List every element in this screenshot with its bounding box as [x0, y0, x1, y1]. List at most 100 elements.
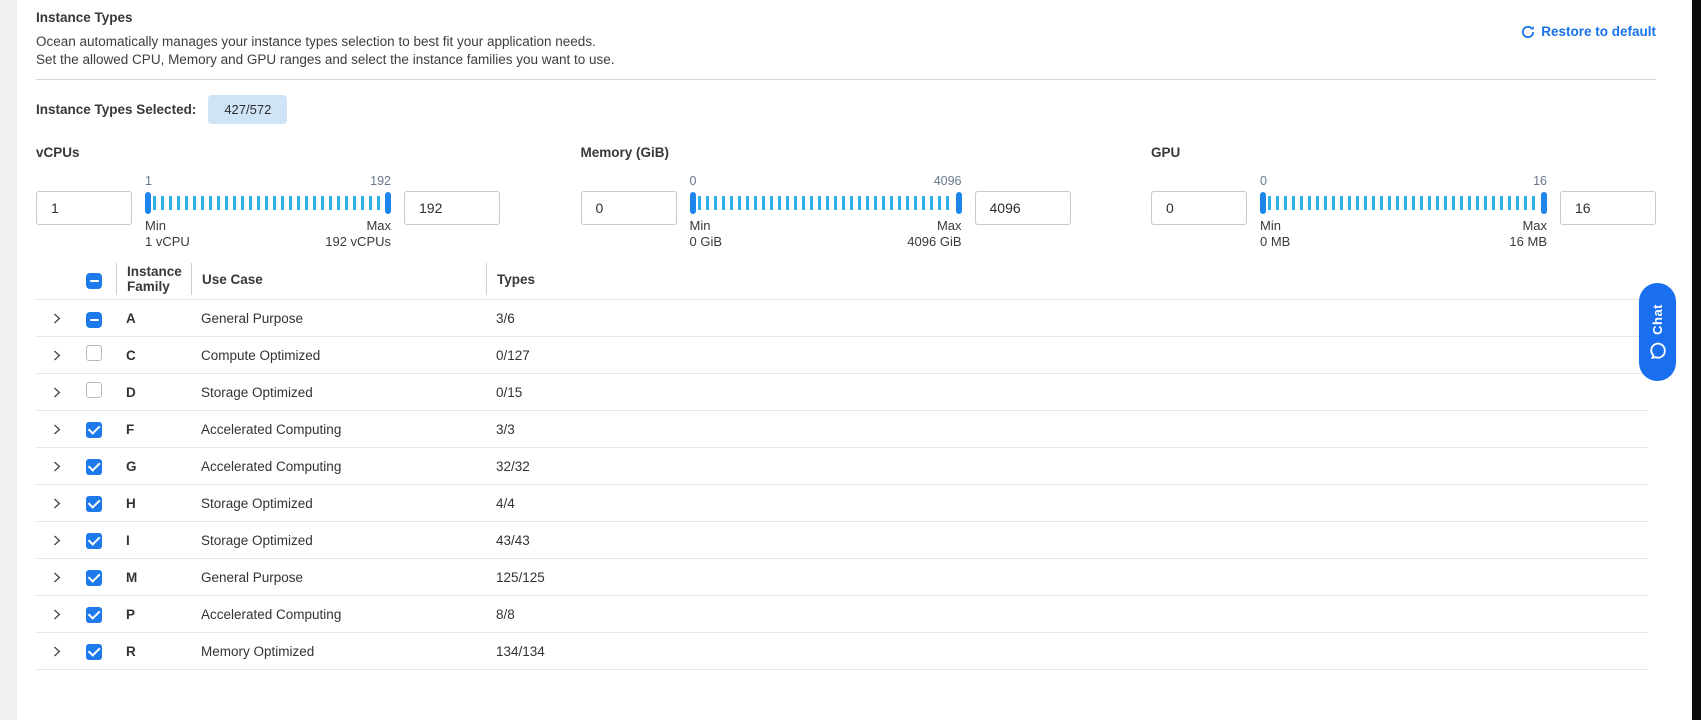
table-row[interactable]: P Accelerated Computing 8/8	[36, 595, 1648, 632]
instance-family-cell: M	[126, 570, 201, 585]
chevron-right-icon	[50, 349, 63, 362]
expand-row-control[interactable]	[50, 312, 86, 325]
expand-row-control[interactable]	[50, 423, 86, 436]
instance-family-cell: H	[126, 496, 201, 511]
description-line-1: Ocean automatically manages your instanc…	[36, 33, 1656, 51]
table-row[interactable]: M General Purpose 125/125	[36, 558, 1648, 595]
column-header-use-case: Use Case	[191, 263, 496, 295]
slider-label: GPU	[1151, 145, 1656, 160]
types-cell: 8/8	[496, 607, 1648, 622]
use-case-cell: Accelerated Computing	[201, 607, 496, 622]
range-min-label: 0	[1260, 174, 1267, 191]
instance-family-cell: F	[126, 422, 201, 437]
slider-group: Memory (GiB) 0 4096 Min 0 GiB	[581, 145, 1071, 250]
use-case-cell: Memory Optimized	[201, 644, 496, 659]
expand-row-control[interactable]	[50, 349, 86, 362]
row-checkbox[interactable]	[86, 459, 102, 475]
max-value-input[interactable]	[404, 191, 500, 225]
expand-row-control[interactable]	[50, 534, 86, 547]
slider-label: Memory (GiB)	[581, 145, 1071, 160]
instance-family-cell: R	[126, 644, 201, 659]
table-row[interactable]: R Memory Optimized 134/134	[36, 632, 1648, 669]
range-max-label: 192	[370, 174, 391, 191]
table-row[interactable]: F Accelerated Computing 3/3	[36, 410, 1648, 447]
use-case-cell: Accelerated Computing	[201, 459, 496, 474]
slider-min-handle[interactable]	[145, 192, 151, 214]
column-header-instance-family: Instance Family	[116, 263, 201, 295]
slider-min-handle[interactable]	[1260, 192, 1266, 214]
range-min-label: 1	[145, 174, 152, 191]
chevron-right-icon	[50, 460, 63, 473]
use-case-cell: Storage Optimized	[201, 496, 496, 511]
header-divider	[36, 79, 1656, 80]
max-sub-caption: 192 vCPUs	[325, 234, 391, 250]
min-value-input[interactable]	[581, 191, 677, 225]
chevron-right-icon	[50, 645, 63, 658]
types-cell: 0/15	[496, 385, 1648, 400]
row-checkbox[interactable]	[86, 422, 102, 438]
table-row[interactable]: H Storage Optimized 4/4	[36, 484, 1648, 521]
expand-row-control[interactable]	[50, 386, 86, 399]
max-sub-caption: 4096 GiB	[907, 234, 961, 250]
right-edge-scrollbar[interactable]	[1692, 0, 1701, 720]
table-row[interactable]: G Accelerated Computing 32/32	[36, 447, 1648, 484]
select-all-checkbox[interactable]	[86, 273, 102, 289]
expand-row-control[interactable]	[50, 571, 86, 584]
slider-max-handle[interactable]	[1541, 192, 1547, 214]
max-value-input[interactable]	[1560, 191, 1656, 225]
min-sub-caption: 0 GiB	[690, 234, 723, 250]
refresh-icon	[1521, 25, 1535, 39]
table-row[interactable]: A General Purpose 3/6	[36, 299, 1648, 336]
types-cell: 3/6	[496, 311, 1648, 326]
slider-group: GPU 0 16 Min 0 MB	[1151, 145, 1656, 250]
row-checkbox[interactable]	[86, 644, 102, 660]
chevron-right-icon	[50, 312, 63, 325]
instance-types-panel: Instance Types Ocean automatically manag…	[36, 0, 1656, 670]
column-header-types: Types	[486, 263, 1648, 295]
use-case-cell: Accelerated Computing	[201, 422, 496, 437]
use-case-cell: General Purpose	[201, 570, 496, 585]
chevron-right-icon	[50, 423, 63, 436]
table-row[interactable]: C Compute Optimized 0/127	[36, 336, 1648, 373]
table-row[interactable]: I Storage Optimized 43/43	[36, 521, 1648, 558]
left-edge-strip	[0, 0, 17, 720]
chat-button[interactable]: Chat	[1639, 283, 1676, 381]
page-title: Instance Types	[36, 9, 1656, 26]
min-value-input[interactable]	[1151, 191, 1247, 225]
chat-button-label: Chat	[1650, 304, 1665, 335]
use-case-cell: General Purpose	[201, 311, 496, 326]
types-cell: 0/127	[496, 348, 1648, 363]
min-caption: Min	[690, 218, 723, 234]
slider-max-handle[interactable]	[385, 192, 391, 214]
range-sliders: vCPUs 1 192 Min 1 vCPU	[36, 145, 1656, 250]
row-checkbox[interactable]	[86, 382, 102, 398]
max-caption: Max	[366, 218, 391, 234]
max-value-input[interactable]	[975, 191, 1071, 225]
types-cell: 32/32	[496, 459, 1648, 474]
description-line-2: Set the allowed CPU, Memory and GPU rang…	[36, 51, 1656, 69]
instance-family-cell: D	[126, 385, 201, 400]
slider-track[interactable]	[145, 191, 391, 215]
row-checkbox[interactable]	[86, 345, 102, 361]
slider-ticks	[153, 196, 383, 210]
expand-row-control[interactable]	[50, 645, 86, 658]
expand-row-control[interactable]	[50, 608, 86, 621]
slider-min-handle[interactable]	[690, 192, 696, 214]
use-case-cell: Storage Optimized	[201, 533, 496, 548]
slider-ticks	[1268, 196, 1539, 210]
slider-track[interactable]	[1260, 191, 1547, 215]
min-value-input[interactable]	[36, 191, 132, 225]
row-checkbox[interactable]	[86, 496, 102, 512]
slider-track[interactable]	[690, 191, 962, 215]
row-checkbox[interactable]	[86, 570, 102, 586]
expand-row-control[interactable]	[50, 460, 86, 473]
instance-family-cell: G	[126, 459, 201, 474]
row-checkbox[interactable]	[86, 533, 102, 549]
expand-row-control[interactable]	[50, 497, 86, 510]
table-row[interactable]: D Storage Optimized 0/15	[36, 373, 1648, 410]
restore-to-default-button[interactable]: Restore to default	[1521, 24, 1656, 39]
row-checkbox[interactable]	[86, 607, 102, 623]
min-caption: Min	[145, 218, 190, 234]
slider-max-handle[interactable]	[956, 192, 962, 214]
row-checkbox[interactable]	[86, 312, 102, 328]
